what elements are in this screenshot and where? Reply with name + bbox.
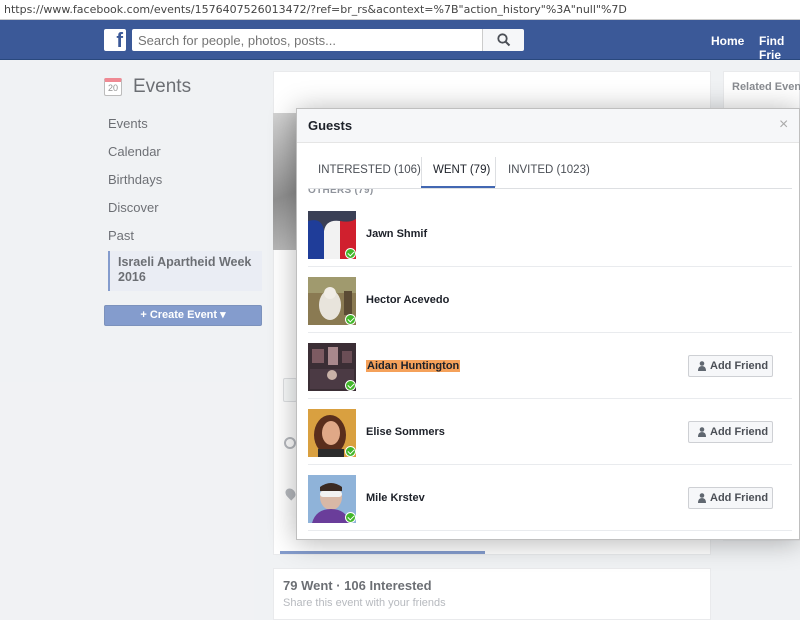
went-check-icon (345, 380, 356, 391)
top-navigation-bar: f Home Find Frie (0, 20, 800, 62)
add-friend-button[interactable]: Add Friend (688, 355, 773, 377)
search-button[interactable] (482, 29, 524, 51)
add-friend-label: Add Friend (710, 360, 769, 372)
tab-interested[interactable]: INTERESTED (106) (318, 164, 421, 176)
guest-name[interactable]: Elise Sommers (366, 426, 445, 438)
search-input[interactable] (132, 29, 482, 51)
went-check-icon (345, 446, 356, 457)
address-bar[interactable]: https://www.facebook.com/events/15764075… (0, 0, 800, 20)
tab-divider (495, 157, 496, 187)
add-person-icon (698, 493, 706, 503)
went-check-icon (345, 248, 356, 259)
tab-went[interactable]: WENT (79) (433, 164, 490, 176)
facebook-logo-icon[interactable]: f (104, 29, 126, 51)
went-check-icon (345, 512, 356, 523)
list-item: Aidan Huntington Add Friend (308, 333, 792, 399)
guest-name[interactable]: Jawn Shmif (366, 228, 427, 240)
add-friend-label: Add Friend (710, 492, 769, 504)
add-friend-button[interactable]: Add Friend (688, 487, 773, 509)
search-icon (497, 33, 511, 47)
add-person-icon (698, 361, 706, 371)
went-check-icon (345, 314, 356, 325)
tab-divider (421, 157, 422, 187)
list-item: Elise Sommers Add Friend (308, 399, 792, 465)
nav-find-friends-link[interactable]: Find Frie (759, 34, 800, 62)
close-icon[interactable]: × (779, 117, 788, 133)
dialog-header: Guests × (297, 109, 799, 143)
guest-name[interactable]: Aidan Huntington (366, 360, 461, 372)
guest-tabs: INTERESTED (106) WENT (79) INVITED (1023… (297, 153, 799, 189)
guest-name[interactable]: Hector Acevedo (366, 294, 449, 306)
list-item: Jawn Shmif (308, 201, 792, 267)
list-item: Hector Acevedo (308, 267, 792, 333)
add-friend-button[interactable]: Add Friend (688, 421, 773, 443)
guest-name[interactable]: Mile Krstev (366, 492, 425, 504)
guest-list: Jawn Shmif Hector Acevedo Aidan Huntingt… (308, 201, 792, 531)
add-friend-label: Add Friend (710, 426, 769, 438)
guests-dialog: Guests × INTERESTED (106) WENT (79) INVI… (296, 108, 800, 540)
add-person-icon (698, 427, 706, 437)
nav-home-link[interactable]: Home (711, 34, 744, 48)
dialog-title: Guests (308, 118, 353, 133)
tab-invited[interactable]: INVITED (1023) (508, 164, 590, 176)
list-item: Mile Krstev Add Friend (308, 465, 792, 531)
tabs-divider (308, 188, 792, 189)
